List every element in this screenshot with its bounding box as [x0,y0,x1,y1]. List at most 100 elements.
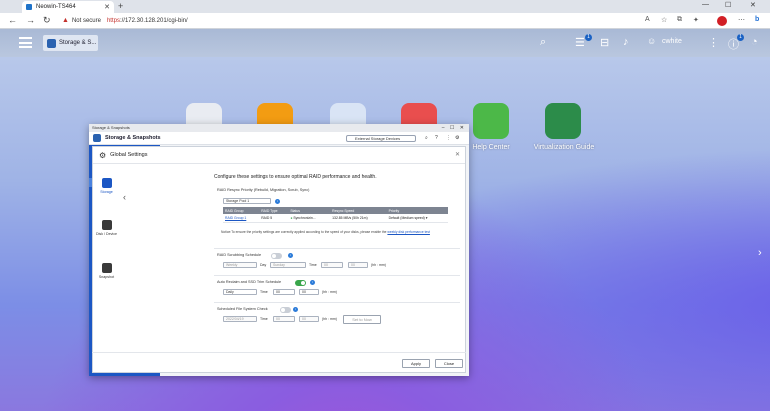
qts-taskbar: Storage & S... ⌕ ☰ 1 ⊟ ♪ ☺ cwhite ⋮ ⓘ 1 … [0,29,770,57]
fsck-date-input[interactable]: 2022/04/19 [223,316,257,322]
close-tab-icon[interactable]: ✕ [104,3,110,11]
maximize-icon[interactable]: ☐ [725,1,731,9]
background-tasks-icon[interactable]: ☰ [575,36,585,49]
notifications-icon[interactable]: ♪ [623,36,629,48]
resync-speed-cell: 132.85 MB/s (50h 21m) [330,214,387,223]
settings-gear-icon[interactable]: ⚙ [455,135,459,141]
disk-icon [101,220,112,230]
extensions-icon[interactable]: ✦ [693,16,699,24]
scrub-minute-select[interactable]: 00 [348,262,368,268]
fsck-toggle[interactable] [280,307,291,313]
nav-disk-device[interactable]: Disk / Device [93,220,120,236]
dialog-close-icon[interactable]: ✕ [455,151,460,158]
menu-icon[interactable]: ⋯ [738,16,745,24]
intro-text: Configure these settings to ensure optim… [214,174,377,180]
status-cell: ● Synchronizin... [288,214,331,223]
scrub-unit: (hh : mm) [371,263,386,267]
browser-tab[interactable]: Neowin-TS464 ✕ [22,1,114,13]
raid-table: RAID Group RAID Type Status Resync Speed… [223,207,448,223]
refresh-icon[interactable]: ↻ [43,15,51,26]
favorite-icon[interactable]: ☆ [661,16,667,24]
gear-icon: ⚙ [99,150,107,160]
app-header: Storage & Snapshots External Storage Dev… [89,132,469,145]
trim-minute-select[interactable]: 00 [299,289,319,295]
forward-icon[interactable]: → [26,15,35,25]
search-icon[interactable]: ⌕ [540,36,546,49]
trim-hour-select[interactable]: 00 [273,289,295,295]
scrub-hour-select[interactable]: 00 [321,262,343,268]
devices-icon[interactable]: ⊟ [600,36,609,49]
scrub-time-label: Time [309,263,317,267]
trim-time-label: Time [260,290,268,294]
minimize-icon[interactable]: — [702,1,709,8]
external-storage-select[interactable]: External Storage Devices [346,135,416,142]
divider [214,275,460,276]
disk-test-link[interactable]: weekly disk performance test [387,230,430,234]
resource-monitor-icon[interactable]: ◔ [751,36,758,48]
window-titlebar[interactable]: Storage & Snapshots – ☐ ✕ [89,124,469,132]
help-center-icon[interactable] [473,103,509,139]
address-bar[interactable]: ▲ Not secure https://172.30.128.201/cgi-… [62,15,662,26]
info-icon[interactable]: i [293,307,298,312]
virtualization-guide-label: Virtualization Guide [533,144,595,151]
trim-label: Auto Reclaim and SSD Trim Schedule [217,280,282,284]
storage-app-icon [47,38,56,48]
browser-tab-title: Neowin-TS464 [36,4,76,10]
raid-group-link[interactable]: RAID Group 1 [223,214,260,223]
fsck-hour-select[interactable]: 00 [273,316,295,322]
scrub-day-select[interactable]: Sunday [270,262,306,268]
dialog-title: Global Settings [110,152,148,158]
help-icon[interactable]: ? [435,135,438,141]
taskbar-app-label: Storage & S... [59,40,97,46]
window-title: Storage & Snapshots [92,125,130,130]
app-name: Storage & Snapshots [105,135,161,141]
info-icon[interactable]: i [288,253,293,258]
raid-type-cell: RAID 5 [259,214,289,223]
scrub-day-label: Day [260,263,267,267]
back-icon[interactable]: ← [8,15,17,25]
divider [214,302,460,303]
apply-button[interactable]: Apply [402,359,430,368]
search-icon[interactable]: ⌕ [425,135,428,141]
info-icon[interactable]: i [275,199,280,204]
nav-storage[interactable]: Storage [93,178,120,194]
camera-icon [101,263,112,273]
divider [214,248,460,249]
close-button[interactable]: Close [435,359,463,368]
priority-cell[interactable]: Default (Medium speed) ▾ [386,214,448,223]
user-name[interactable]: cwhite [662,38,682,45]
bing-icon[interactable]: b [755,16,759,23]
close-window-icon[interactable]: ✕ [750,1,756,9]
nav-snapshot[interactable]: Snapshot [93,263,120,279]
col-priority: Priority [386,207,448,214]
fsck-label: Scheduled File System Check [217,307,268,311]
collections-icon[interactable]: ⧉ [677,16,682,24]
dialog-footer-divider [92,352,466,353]
trim-frequency-select[interactable]: Daily [223,289,257,295]
storage-pool-select[interactable]: Storage Pool 1 [223,198,271,204]
trim-toggle[interactable] [295,280,306,286]
scrub-toggle[interactable] [271,253,282,259]
dialog-header: ⚙ Global Settings ✕ [93,147,465,164]
info-icon[interactable]: i [310,280,315,285]
taskbar-app-tab[interactable]: Storage & S... [43,35,98,51]
table-row: RAID Group 1 RAID 5 ● Synchronizin... 13… [223,214,448,223]
collapse-nav-icon[interactable]: ‹ [123,192,126,202]
main-menu-icon[interactable] [19,37,32,48]
window-controls[interactable]: – ☐ ✕ [442,124,466,132]
dialog-nav: Storage Disk / Device Snapshot [93,164,120,344]
resync-label: RAID Resync Priority (Rebuild, Migration… [217,188,310,192]
user-icon[interactable]: ☺ [647,36,656,46]
next-page-icon[interactable]: › [758,247,762,259]
adblock-icon[interactable] [717,16,727,26]
new-tab-button[interactable]: + [118,1,123,11]
scrub-frequency-select[interactable]: Weekly [223,262,257,268]
col-raid-group: RAID Group [223,207,260,214]
virtualization-guide-icon[interactable] [545,103,581,139]
col-raid-type: RAID Type [259,207,289,214]
read-aloud-icon[interactable]: A [645,16,650,23]
more-icon[interactable]: ⋮ [708,36,719,49]
more-options-icon[interactable]: ⋮ [446,135,451,141]
fsck-minute-select[interactable]: 00 [299,316,319,322]
set-to-now-button[interactable]: Set to Now [343,315,381,324]
